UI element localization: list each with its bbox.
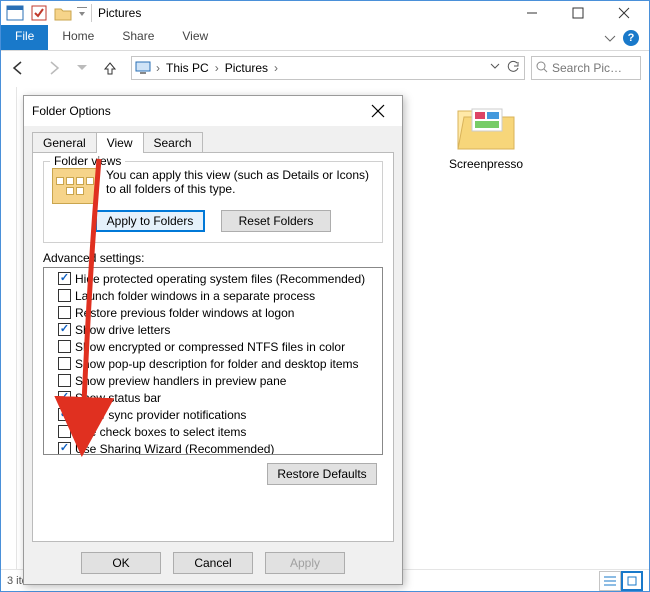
tab-view[interactable]: View: [96, 132, 144, 153]
chevron-right-icon[interactable]: ›: [154, 61, 162, 75]
list-item[interactable]: Use Sharing Wizard (Recommended): [44, 440, 382, 455]
tab-general[interactable]: General: [32, 132, 97, 153]
nav-back-button[interactable]: [3, 53, 33, 83]
nav-forward-button[interactable]: [39, 53, 69, 83]
address-bar-row: › This PC › Pictures › Search Pic…: [1, 51, 649, 85]
window-title: Pictures: [94, 6, 141, 20]
checkbox[interactable]: [58, 374, 71, 387]
list-item-label: Show encrypted or compressed NTFS files …: [75, 340, 345, 354]
folder-options-dialog: Folder Options General View Search Folde…: [23, 95, 403, 585]
dialog-title: Folder Options: [32, 104, 111, 118]
ribbon-tab-view[interactable]: View: [168, 25, 222, 50]
checkbox[interactable]: [58, 357, 71, 370]
view-details-button[interactable]: [599, 571, 621, 591]
ribbon-expand-icon[interactable]: [605, 31, 615, 45]
dialog-tabs: General View Search: [24, 126, 402, 153]
chevron-right-icon[interactable]: ›: [213, 61, 221, 75]
reset-folders-button[interactable]: Reset Folders: [221, 210, 331, 232]
dialog-titlebar[interactable]: Folder Options: [24, 96, 402, 126]
ribbon-tab-home[interactable]: Home: [48, 25, 108, 50]
breadcrumb-pc-icon: [134, 59, 152, 77]
breadcrumb-history-icon[interactable]: [490, 60, 500, 77]
ok-button[interactable]: OK: [81, 552, 161, 574]
titlebar: Pictures: [1, 1, 649, 25]
list-item[interactable]: Show pop-up description for folder and d…: [44, 355, 382, 372]
tab-search[interactable]: Search: [143, 132, 203, 153]
list-item-label: Show pop-up description for folder and d…: [75, 357, 359, 371]
list-item[interactable]: Restore previous folder windows at logon: [44, 304, 382, 321]
qat-properties-icon[interactable]: [27, 2, 51, 24]
ribbon: File Home Share View ?: [1, 25, 649, 51]
checkbox[interactable]: [58, 340, 71, 353]
close-button[interactable]: [601, 1, 647, 25]
nav-pane-collapsed[interactable]: [1, 87, 17, 569]
list-item[interactable]: Show preview handlers in preview pane: [44, 372, 382, 389]
folder-views-group-label: Folder views: [50, 154, 125, 168]
checkbox[interactable]: [58, 306, 71, 319]
list-item[interactable]: Hide protected operating system files (R…: [44, 270, 382, 287]
list-item-label: Show status bar: [75, 391, 161, 405]
checkbox[interactable]: [58, 323, 71, 336]
apply-to-folders-button[interactable]: Apply to Folders: [95, 210, 205, 232]
qat-separator: [91, 4, 92, 22]
checkbox[interactable]: [58, 391, 71, 404]
list-item[interactable]: Show sync provider notifications: [44, 406, 382, 423]
checkbox[interactable]: [58, 442, 71, 455]
list-item-label: Show preview handlers in preview pane: [75, 374, 286, 388]
list-item-label: Launch folder windows in a separate proc…: [75, 289, 315, 303]
list-item-label: Restore previous folder windows at logon: [75, 306, 294, 320]
list-item[interactable]: Show status bar: [44, 389, 382, 406]
list-item-label: Hide protected operating system files (R…: [75, 272, 365, 286]
dialog-close-button[interactable]: [362, 98, 394, 124]
qat-explorer-icon[interactable]: [3, 2, 27, 24]
checkbox[interactable]: [58, 408, 71, 421]
restore-defaults-button[interactable]: Restore Defaults: [267, 463, 377, 485]
checkbox[interactable]: [58, 272, 71, 285]
breadcrumb-seg-pictures[interactable]: Pictures: [223, 61, 270, 75]
tab-body-view: Folder views You can apply this view (su…: [32, 152, 394, 542]
search-icon: [536, 61, 548, 76]
list-item[interactable]: Show drive letters: [44, 321, 382, 338]
advanced-settings-label: Advanced settings:: [43, 251, 383, 265]
list-item[interactable]: Use check boxes to select items: [44, 423, 382, 440]
folder-icon: [454, 101, 518, 153]
view-largeicons-button[interactable]: [621, 571, 643, 591]
checkbox[interactable]: [58, 289, 71, 302]
apply-button[interactable]: Apply: [265, 552, 345, 574]
refresh-icon[interactable]: [502, 60, 520, 77]
qat-overflow-icon[interactable]: [75, 2, 89, 24]
folder-views-group: Folder views You can apply this view (su…: [43, 161, 383, 243]
nav-up-button[interactable]: [95, 53, 125, 83]
list-item-label: Use Sharing Wizard (Recommended): [75, 442, 274, 456]
ribbon-tab-file[interactable]: File: [1, 25, 48, 50]
nav-recent-icon[interactable]: [75, 53, 89, 83]
minimize-button[interactable]: [509, 1, 555, 25]
list-item-label: Show sync provider notifications: [75, 408, 246, 422]
folder-views-icon: [52, 168, 98, 204]
folder-views-text: You can apply this view (such as Details…: [106, 168, 374, 204]
folder-item[interactable]: Screenpresso: [441, 101, 531, 171]
maximize-button[interactable]: [555, 1, 601, 25]
list-item-label: Use check boxes to select items: [75, 425, 246, 439]
dialog-buttons: OK Cancel Apply: [24, 552, 402, 574]
help-icon[interactable]: ?: [623, 30, 639, 46]
list-item[interactable]: Show encrypted or compressed NTFS files …: [44, 338, 382, 355]
list-item-label: Show drive letters: [75, 323, 170, 337]
breadcrumb[interactable]: › This PC › Pictures ›: [131, 56, 525, 80]
folder-item-label: Screenpresso: [441, 157, 531, 171]
advanced-settings-list[interactable]: Hide protected operating system files (R…: [43, 267, 383, 455]
chevron-right-icon[interactable]: ›: [272, 61, 280, 75]
checkbox[interactable]: [58, 425, 71, 438]
breadcrumb-seg-thispc[interactable]: This PC: [164, 61, 211, 75]
ribbon-tab-share[interactable]: Share: [108, 25, 168, 50]
search-placeholder: Search Pic…: [552, 61, 622, 75]
list-item[interactable]: Launch folder windows in a separate proc…: [44, 287, 382, 304]
qat-newfolder-icon[interactable]: [51, 2, 75, 24]
cancel-button[interactable]: Cancel: [173, 552, 253, 574]
search-input[interactable]: Search Pic…: [531, 56, 641, 80]
